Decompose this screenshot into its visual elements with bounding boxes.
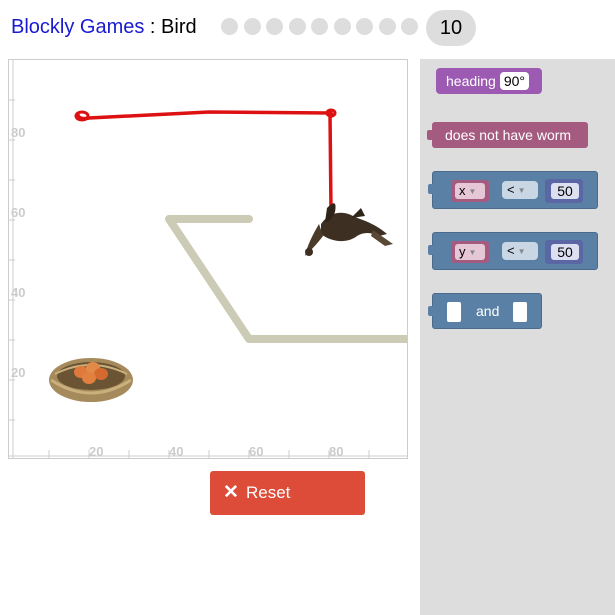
heading-block[interactable]: heading 90°: [436, 68, 542, 94]
heading-angle-field[interactable]: 90°: [499, 72, 529, 90]
left-input-slot[interactable]: [447, 302, 461, 322]
level-dot-4[interactable]: [288, 18, 306, 35]
current-level-badge[interactable]: 10: [426, 10, 476, 46]
worm-label: does not have worm: [445, 127, 572, 143]
flight-path: [76, 110, 335, 212]
level-dot-5[interactable]: [311, 18, 328, 35]
level-dot-7[interactable]: [356, 18, 373, 35]
dropdown-arrow-icon[interactable]: ▼: [518, 186, 526, 195]
x-tick-60: 60: [249, 444, 263, 459]
level-dot-3[interactable]: [266, 18, 283, 35]
operator-label: <: [507, 243, 515, 258]
x-axis: [9, 450, 407, 458]
page-title: Blockly Games : Bird: [11, 16, 197, 39]
operator-dropdown[interactable]: < ▼: [502, 181, 538, 199]
and-label: and: [476, 303, 500, 319]
output-tab: [428, 184, 434, 194]
reset-button[interactable]: ✕ Reset: [210, 471, 365, 515]
level-dot-9[interactable]: [401, 18, 418, 35]
y-tick-60: 60: [11, 205, 25, 220]
heading-label: heading: [446, 73, 496, 89]
canvas-svg: 80 60 40 20 20 40 60 80: [9, 60, 407, 459]
game-canvas: 80 60 40 20 20 40 60 80: [8, 59, 408, 459]
y-tick-80: 80: [11, 125, 25, 140]
compare-x-block[interactable]: x ▼ < ▼ 50: [428, 171, 598, 209]
right-input-slot[interactable]: [513, 302, 527, 322]
game-name: Bird: [161, 16, 197, 38]
reset-label: Reset: [246, 483, 291, 502]
operator-label: <: [507, 182, 515, 197]
level-dot-8[interactable]: [378, 18, 396, 35]
variable-x-label: x: [459, 183, 466, 198]
app-name-link[interactable]: Blockly Games: [11, 16, 144, 38]
dropdown-arrow-icon[interactable]: ▼: [469, 187, 477, 196]
level-dot-1[interactable]: [221, 18, 238, 35]
does-not-have-worm-block[interactable]: does not have worm: [427, 122, 588, 148]
number-block[interactable]: 50: [545, 179, 583, 203]
variable-x-block[interactable]: x ▼: [451, 180, 489, 202]
output-tab: [428, 245, 434, 255]
operator-dropdown[interactable]: < ▼: [502, 242, 538, 260]
x-tick-40: 40: [169, 444, 183, 459]
bird-icon: [305, 203, 393, 256]
and-block[interactable]: and: [428, 293, 542, 329]
number-field[interactable]: 50: [551, 244, 579, 260]
nest-with-eggs-icon: [49, 358, 133, 402]
y-tick-20: 20: [11, 365, 25, 380]
y-tick-40: 40: [11, 285, 25, 300]
title-separator: :: [144, 16, 162, 38]
close-icon: ✕: [223, 482, 239, 503]
variable-y-label: y: [459, 244, 466, 259]
dropdown-arrow-icon[interactable]: ▼: [518, 247, 526, 256]
level-dot-6[interactable]: [333, 18, 351, 35]
y-axis: [9, 60, 15, 458]
number-field[interactable]: 50: [551, 183, 579, 199]
dropdown-arrow-icon[interactable]: ▼: [469, 248, 477, 257]
output-tab: [428, 306, 434, 316]
number-block[interactable]: 50: [545, 240, 583, 264]
x-tick-20: 20: [89, 444, 103, 459]
x-tick-80: 80: [329, 444, 343, 459]
variable-y-block[interactable]: y ▼: [451, 241, 489, 263]
level-dot-2[interactable]: [243, 18, 261, 35]
wall-path: [165, 215, 407, 343]
output-tab: [427, 130, 433, 140]
header: Blockly Games : Bird 10: [0, 0, 615, 56]
block-toolbox: heading 90° does not have worm x ▼ < ▼ 50 y…: [420, 59, 615, 615]
compare-y-block[interactable]: y ▼ < ▼ 50: [428, 232, 598, 270]
